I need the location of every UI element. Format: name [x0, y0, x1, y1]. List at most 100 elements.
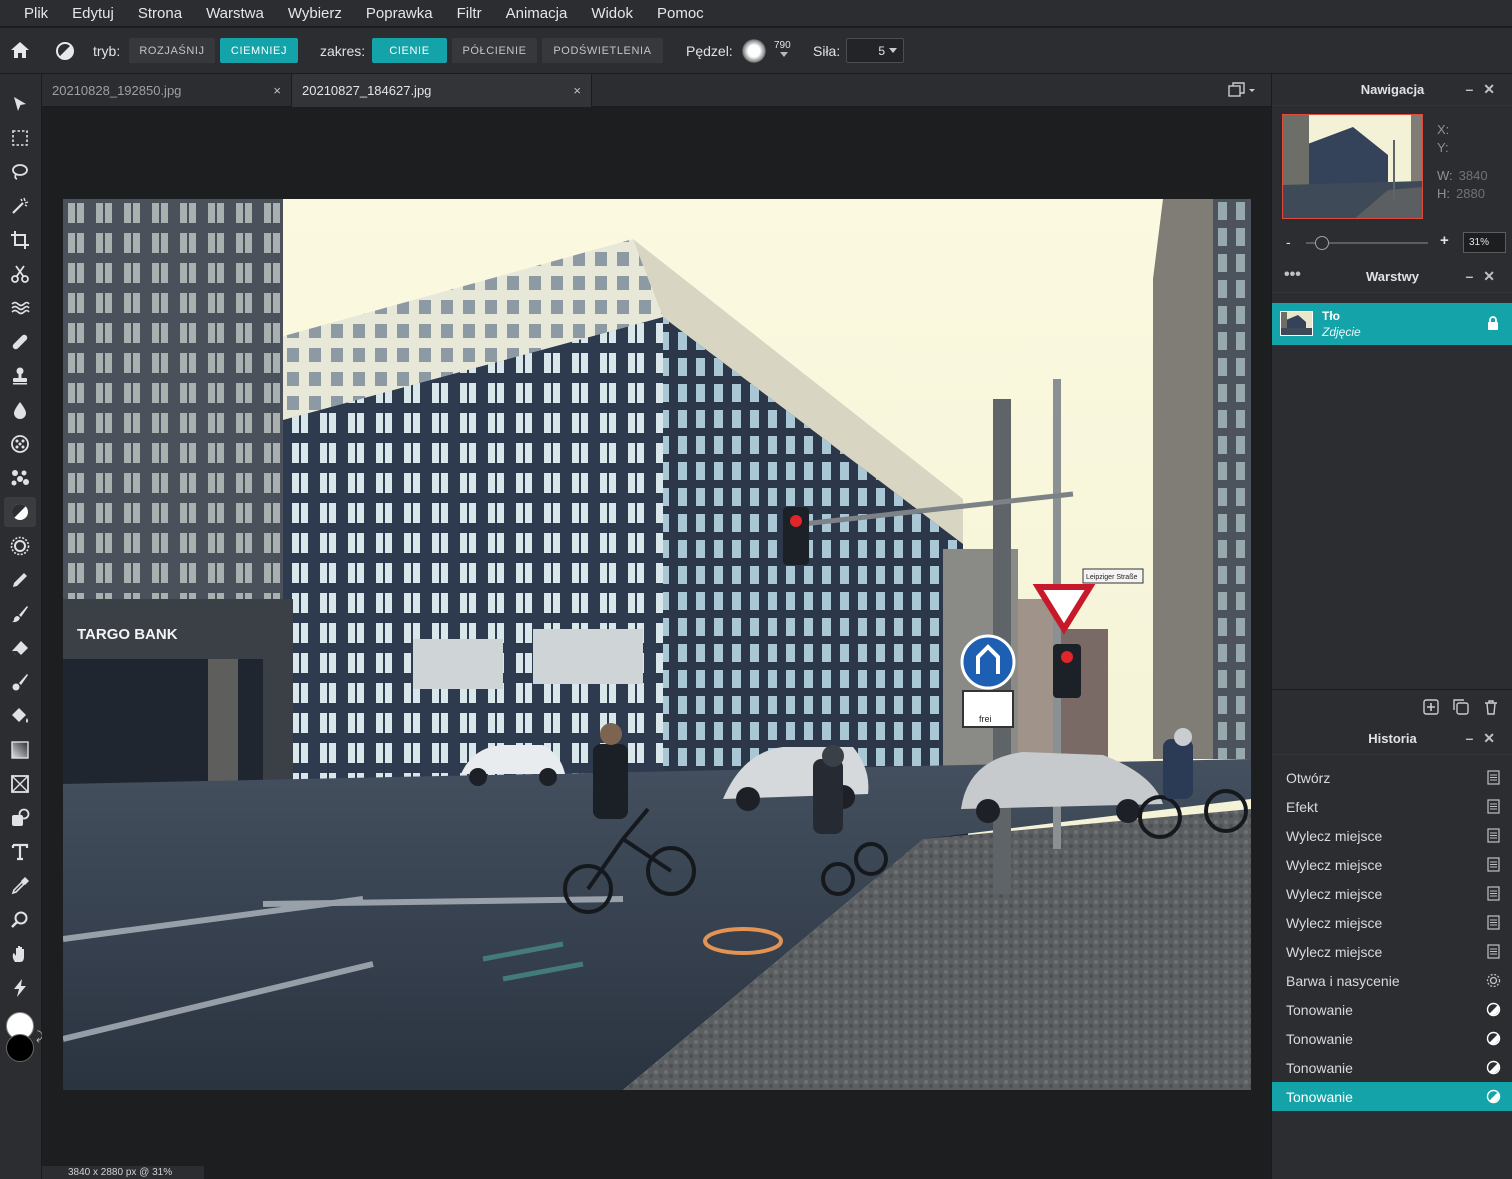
navigator-thumbnail[interactable]: [1282, 114, 1423, 219]
tab-document-2[interactable]: 20210827_184627.jpg ×: [292, 74, 592, 107]
layer-item[interactable]: Tło Zdjęcie: [1272, 303, 1512, 345]
add-layer-icon[interactable]: [1423, 699, 1439, 715]
close-icon[interactable]: ✕: [1483, 730, 1505, 746]
duplicate-layer-icon[interactable]: [1453, 699, 1469, 715]
shape-tool[interactable]: [4, 769, 36, 799]
bike-sign: frei: [979, 714, 992, 724]
close-icon[interactable]: ×: [273, 83, 281, 98]
history-item[interactable]: Tonowanie: [1272, 1053, 1512, 1082]
tab-document-1[interactable]: 20210828_192850.jpg ×: [42, 74, 292, 107]
text-tool[interactable]: [4, 837, 36, 867]
history-item[interactable]: Barwa i nasycenie: [1272, 966, 1512, 995]
hand-tool[interactable]: [4, 939, 36, 969]
crop-tool[interactable]: [4, 225, 36, 255]
history-item[interactable]: Wylecz miejsce: [1272, 937, 1512, 966]
menu-view[interactable]: Widok: [579, 0, 645, 27]
heal-tool[interactable]: [4, 327, 36, 357]
doc-icon: [1486, 886, 1501, 901]
move-tool[interactable]: [4, 89, 36, 119]
document-image[interactable]: TARGO BANK frei Leipziger Straße: [63, 199, 1251, 1090]
brush-tool[interactable]: [4, 599, 36, 629]
menu-layer[interactable]: Warstwa: [194, 0, 276, 27]
history-item[interactable]: Otwórz: [1272, 763, 1512, 792]
status-bar: 3840 x 2880 px @ 31%: [42, 1166, 204, 1179]
menu-file[interactable]: Plik: [12, 0, 60, 27]
window-arrange-icon[interactable]: [1228, 82, 1258, 104]
history-item[interactable]: Wylecz miejsce: [1272, 850, 1512, 879]
clone-stamp-tool[interactable]: [4, 361, 36, 391]
range-highlights-button[interactable]: PODŚWIETLENIA: [542, 38, 663, 63]
strength-select[interactable]: 5: [846, 38, 904, 63]
history-item-label: Tonowanie: [1286, 1030, 1353, 1047]
history-item[interactable]: Tonowanie: [1272, 995, 1512, 1024]
quick-actions-tool[interactable]: [4, 973, 36, 1003]
menu-filter[interactable]: Filtr: [445, 0, 494, 27]
nav-height: H: 2880: [1437, 186, 1485, 201]
zoom-in-button[interactable]: +: [1440, 232, 1449, 249]
menu-animation[interactable]: Animacja: [494, 0, 580, 27]
marquee-tool[interactable]: [4, 123, 36, 153]
brush-label: Pędzel:: [686, 43, 733, 59]
menu-select[interactable]: Wybierz: [276, 0, 354, 27]
eyedropper-tool[interactable]: [4, 871, 36, 901]
menu-adjust[interactable]: Poprawka: [354, 0, 445, 27]
navigation-title: Nawigacja: [1360, 82, 1425, 97]
brush-preview[interactable]: [742, 39, 766, 63]
dodge-burn-tool-icon: [55, 41, 75, 66]
history-item[interactable]: Wylecz miejsce: [1272, 821, 1512, 850]
menu-help[interactable]: Pomoc: [645, 0, 716, 27]
trash-icon[interactable]: [1483, 699, 1499, 715]
zoom-tool[interactable]: [4, 905, 36, 935]
bandage-icon: [12, 334, 28, 350]
range-midtones-button[interactable]: PÓŁCIENIE: [452, 38, 537, 63]
lasso-tool[interactable]: [4, 157, 36, 187]
street-photo: TARGO BANK frei Leipziger Straße: [63, 199, 1251, 1090]
close-icon[interactable]: ×: [573, 83, 581, 98]
chevron-down-icon: [889, 48, 897, 53]
range-shadows-button[interactable]: CIENIE: [372, 38, 447, 63]
menu-edit[interactable]: Edytuj: [60, 0, 126, 27]
pattern-tool[interactable]: [4, 463, 36, 493]
more-options-icon[interactable]: •••: [1284, 266, 1301, 284]
layer-type: Zdjęcie: [1322, 325, 1361, 339]
minimize-icon[interactable]: –: [1465, 730, 1483, 746]
history-item[interactable]: Efekt: [1272, 792, 1512, 821]
brush-dropdown-icon[interactable]: [780, 52, 788, 57]
layers-panel-header: ••• Warstwy –✕: [1272, 261, 1512, 293]
zoom-slider-handle[interactable]: [1315, 236, 1329, 250]
history-item[interactable]: Tonowanie: [1272, 1082, 1512, 1111]
zoom-input[interactable]: 31%: [1463, 232, 1506, 253]
history-item[interactable]: Wylecz miejsce: [1272, 908, 1512, 937]
bloat-tool[interactable]: [4, 531, 36, 561]
magic-wand-tool[interactable]: [4, 191, 36, 221]
zoom-out-button[interactable]: -: [1286, 234, 1291, 250]
range-label: zakres:: [320, 43, 366, 59]
lock-icon[interactable]: [1487, 316, 1499, 330]
close-icon[interactable]: ✕: [1483, 81, 1505, 97]
minimize-icon[interactable]: –: [1465, 81, 1483, 97]
sponge-tool[interactable]: [4, 429, 36, 459]
sun-icon: [10, 536, 30, 556]
gradient-tool[interactable]: [4, 735, 36, 765]
home-icon[interactable]: [9, 40, 31, 65]
pencil-tool[interactable]: [4, 565, 36, 595]
liquify-tool[interactable]: [4, 293, 36, 323]
eraser-tool[interactable]: [4, 633, 36, 663]
menu-page[interactable]: Strona: [126, 0, 194, 27]
dodge-burn-icon: [1486, 1060, 1501, 1075]
blur-tool[interactable]: [4, 395, 36, 425]
minimize-icon[interactable]: –: [1465, 268, 1483, 284]
mode-lighten-button[interactable]: ROZJAŚNIJ: [129, 38, 215, 63]
fill-tool[interactable]: [4, 701, 36, 731]
mode-darken-button[interactable]: CIEMNIEJ: [220, 38, 298, 63]
close-icon[interactable]: ✕: [1483, 268, 1505, 284]
history-item[interactable]: Wylecz miejsce: [1272, 879, 1512, 908]
background-color-swatch[interactable]: [6, 1034, 34, 1062]
cut-tool[interactable]: [4, 259, 36, 289]
dodge-burn-tool[interactable]: [4, 497, 36, 527]
nav-h-value: 2880: [1456, 186, 1485, 201]
lasso-icon: [12, 164, 28, 180]
shapes-tool[interactable]: [4, 803, 36, 833]
color-replace-tool[interactable]: [4, 667, 36, 697]
history-item[interactable]: Tonowanie: [1272, 1024, 1512, 1053]
